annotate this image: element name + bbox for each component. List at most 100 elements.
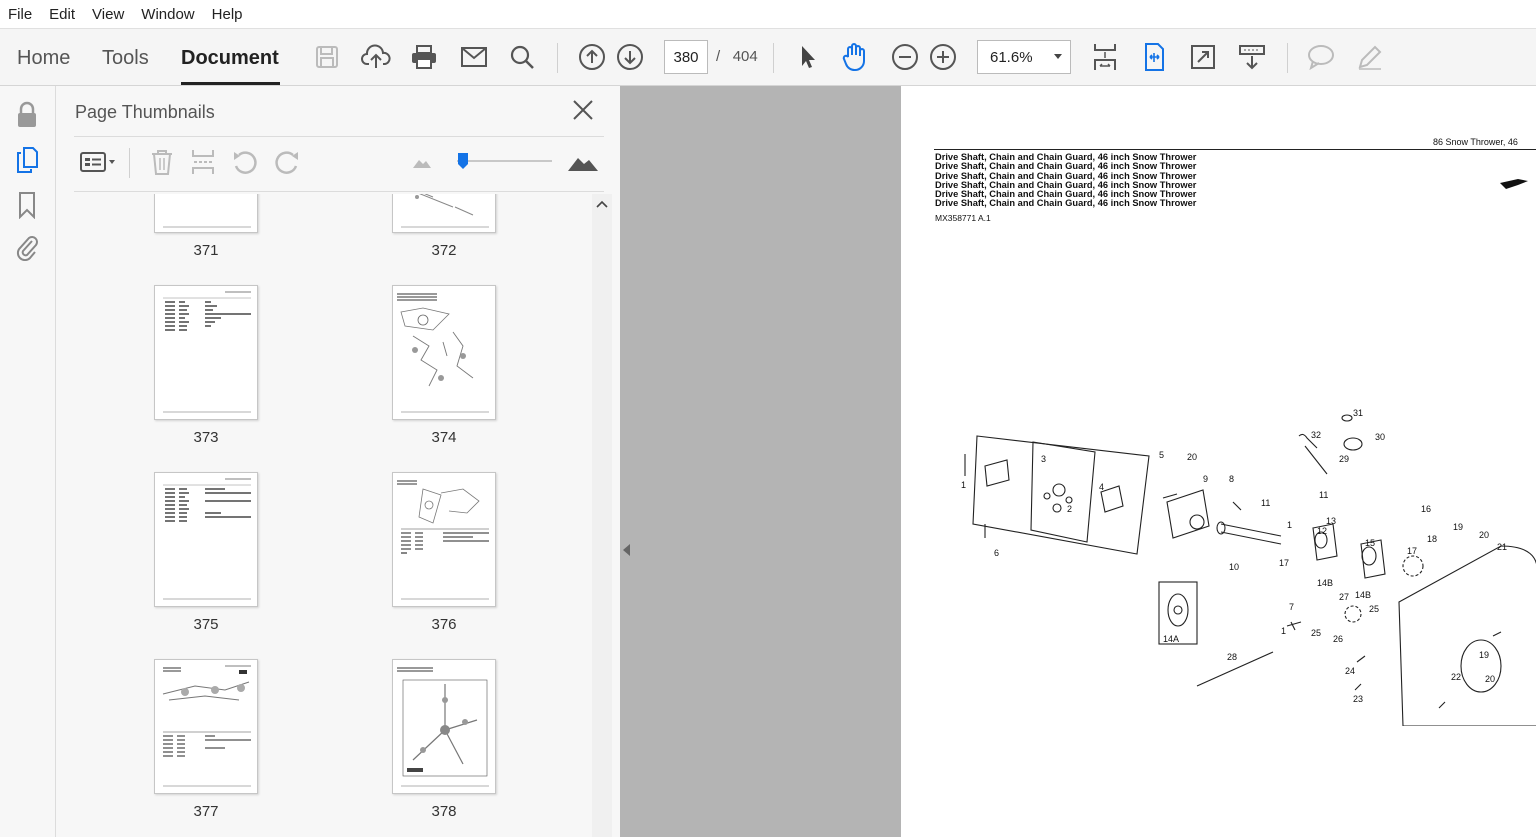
menu-help[interactable]: Help xyxy=(212,6,243,23)
fit-page-icon[interactable] xyxy=(1090,42,1120,72)
thumbnail-size-slider[interactable] xyxy=(457,152,469,170)
thumbnail-page-label: 377 xyxy=(193,803,219,820)
small-thumbnail-icon[interactable] xyxy=(408,148,436,176)
close-icon[interactable] xyxy=(571,98,595,122)
collapse-panel-icon[interactable] xyxy=(623,544,630,556)
page-thumbnails-icon[interactable] xyxy=(12,145,42,175)
svg-text:8: 8 xyxy=(1229,474,1234,484)
tab-home[interactable]: Home xyxy=(17,47,70,70)
chevron-down-icon xyxy=(1054,54,1062,59)
thumbnail-options-icon[interactable] xyxy=(78,148,118,176)
zoom-out-icon[interactable] xyxy=(890,42,920,72)
svg-text:20: 20 xyxy=(1187,452,1197,462)
select-cursor-icon[interactable] xyxy=(792,42,822,72)
search-icon[interactable] xyxy=(507,42,537,72)
page-thumbnail[interactable] xyxy=(392,194,496,233)
chevron-up-icon[interactable] xyxy=(592,194,612,214)
menu-window[interactable]: Window xyxy=(141,6,194,23)
page-thumbnail[interactable] xyxy=(392,472,496,607)
svg-text:1: 1 xyxy=(1281,626,1286,636)
document-page[interactable]: 86 Snow Thrower, 46 Drive Shaft, Chain a… xyxy=(901,86,1536,837)
svg-text:28: 28 xyxy=(1227,652,1237,662)
svg-text:15: 15 xyxy=(1365,538,1375,548)
thumbnail-list[interactable]: 371 372 373 374 375 376 377 378 xyxy=(56,194,592,837)
page-thumbnail[interactable] xyxy=(154,285,258,420)
active-tab-indicator xyxy=(181,82,280,85)
tab-document[interactable]: Document xyxy=(181,47,279,70)
svg-text:29: 29 xyxy=(1339,454,1349,464)
svg-text:7: 7 xyxy=(1289,602,1294,612)
email-icon[interactable] xyxy=(459,42,489,72)
delete-icon[interactable] xyxy=(148,148,176,176)
svg-text:22: 22 xyxy=(1451,672,1461,682)
svg-text:9: 9 xyxy=(1203,474,1208,484)
extract-pages-icon[interactable] xyxy=(189,148,217,176)
page-thumbnail[interactable] xyxy=(154,659,258,794)
thumbnail-page-label: 371 xyxy=(193,242,219,259)
svg-text:10: 10 xyxy=(1229,562,1239,572)
page-thumbnail[interactable] xyxy=(154,194,258,233)
menu-view[interactable]: View xyxy=(92,6,124,23)
thumbnail-size-track[interactable] xyxy=(457,160,552,162)
panel-divider xyxy=(74,191,604,192)
page-thumbnail[interactable] xyxy=(392,285,496,420)
bookmark-icon[interactable] xyxy=(12,190,42,220)
page-thumbnail[interactable] xyxy=(392,659,496,794)
zoom-in-icon[interactable] xyxy=(928,42,958,72)
thumbnail-page-label: 375 xyxy=(193,616,219,633)
save-icon[interactable] xyxy=(312,42,342,72)
zoom-select[interactable]: 61.6% xyxy=(977,40,1071,74)
toolbar-divider xyxy=(557,43,558,73)
svg-text:4: 4 xyxy=(1099,482,1104,492)
comment-icon[interactable] xyxy=(1306,42,1336,72)
thumbnail-page-label: 376 xyxy=(431,616,457,633)
lock-icon[interactable] xyxy=(12,100,42,130)
svg-text:17: 17 xyxy=(1407,546,1417,556)
rotate-right-icon[interactable] xyxy=(273,148,301,176)
page-number-input[interactable]: 380 xyxy=(664,40,708,74)
header-rule xyxy=(934,149,1536,150)
svg-text:11: 11 xyxy=(1319,490,1328,500)
attachment-icon[interactable] xyxy=(12,232,42,262)
panel-divider xyxy=(74,136,604,137)
tab-tools[interactable]: Tools xyxy=(102,47,149,70)
svg-text:19: 19 xyxy=(1479,650,1489,660)
menu-file[interactable]: File xyxy=(8,6,32,23)
svg-text:23: 23 xyxy=(1353,694,1363,704)
page-header: 86 Snow Thrower, 46 xyxy=(1433,137,1518,147)
large-thumbnail-icon[interactable] xyxy=(566,148,600,176)
svg-text:16: 16 xyxy=(1421,504,1431,514)
hand-pointer-icon xyxy=(1500,179,1528,189)
main-toolbar: Home Tools Document 380 / 404 61.6% xyxy=(0,28,1536,86)
svg-text:21: 21 xyxy=(1497,542,1507,552)
page-thumbnails-panel: Page Thumbnails 371 372 373 374 375 376 … xyxy=(56,86,620,837)
toolbar-divider xyxy=(773,43,774,73)
svg-text:25: 25 xyxy=(1311,628,1321,638)
full-screen-icon[interactable] xyxy=(1188,42,1218,72)
svg-text:18: 18 xyxy=(1427,534,1437,544)
svg-text:1: 1 xyxy=(1287,520,1292,530)
pen-icon[interactable] xyxy=(1355,42,1385,72)
document-gutter xyxy=(620,86,901,837)
scroll-mode-icon[interactable] xyxy=(1237,42,1267,72)
hand-tool-icon[interactable] xyxy=(840,42,870,72)
panel-title: Page Thumbnails xyxy=(75,102,215,122)
svg-text:20: 20 xyxy=(1485,674,1495,684)
left-rail xyxy=(0,86,56,837)
print-icon[interactable] xyxy=(409,42,439,72)
rotate-left-icon[interactable] xyxy=(231,148,259,176)
figure-reference: MX358771 A.1 xyxy=(935,213,991,223)
svg-text:19: 19 xyxy=(1453,522,1463,532)
page-thumbnail[interactable] xyxy=(154,472,258,607)
menu-edit[interactable]: Edit xyxy=(49,6,75,23)
cloud-upload-icon[interactable] xyxy=(361,42,391,72)
next-page-icon[interactable] xyxy=(615,42,645,72)
toolbar-divider xyxy=(129,148,130,178)
previous-page-icon[interactable] xyxy=(577,42,607,72)
thumbnail-scrollbar[interactable] xyxy=(592,194,612,837)
svg-text:32: 32 xyxy=(1311,430,1321,440)
svg-text:3: 3 xyxy=(1041,454,1046,464)
fit-width-icon[interactable] xyxy=(1139,42,1169,72)
svg-text:1: 1 xyxy=(961,480,966,490)
svg-text:14B: 14B xyxy=(1355,590,1371,600)
